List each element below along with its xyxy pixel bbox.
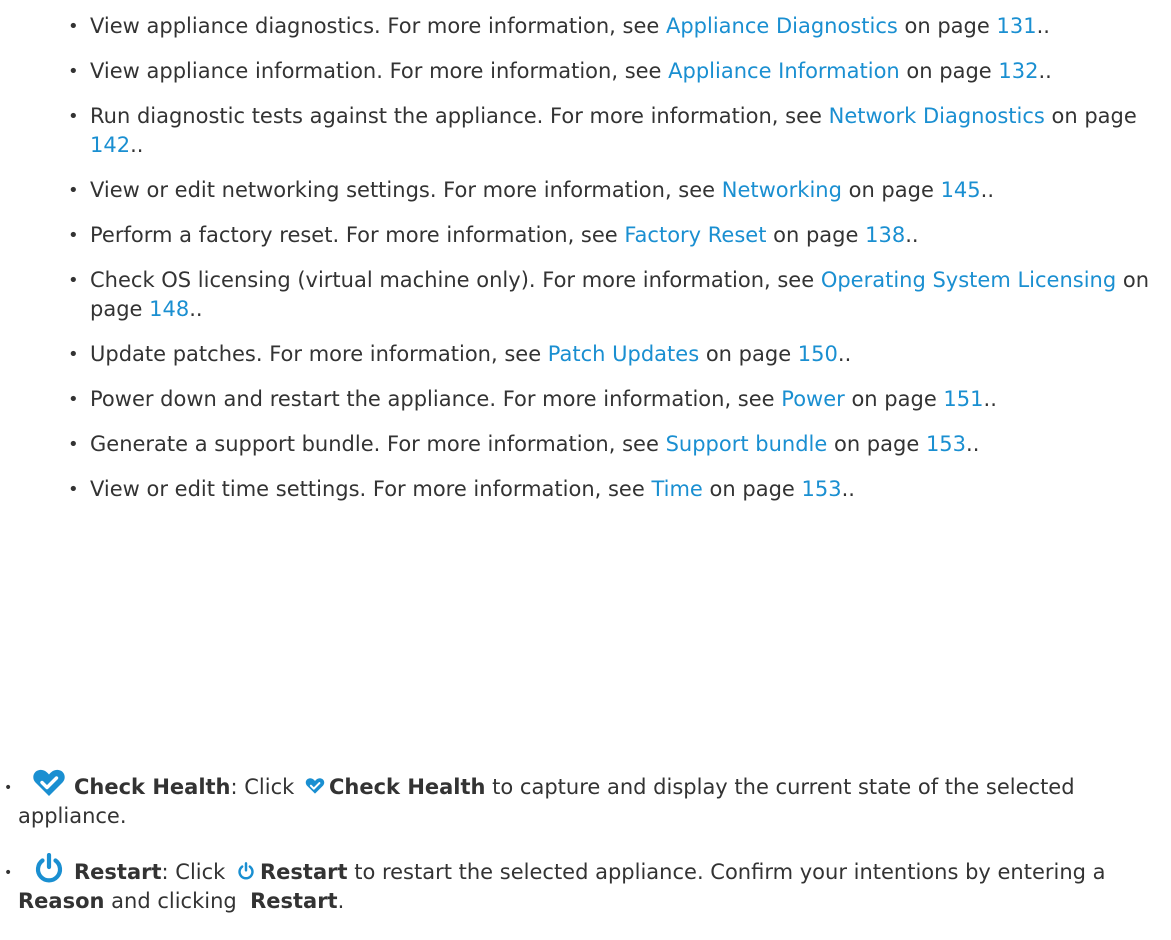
list-item: View appliance information. For more inf…	[68, 57, 1150, 86]
item-text: ..	[189, 297, 203, 321]
item-text: on page	[899, 59, 999, 83]
item-text: ..	[1038, 59, 1052, 83]
power-icon	[32, 852, 66, 883]
item-text: and clicking	[104, 889, 251, 913]
item-text: ..	[966, 432, 980, 456]
item-text: on page	[827, 432, 926, 456]
page-link-138[interactable]: 138	[865, 223, 905, 247]
item-text: on page	[897, 14, 997, 38]
bullet: •	[4, 780, 13, 796]
restart-button-label: Restart	[260, 860, 348, 884]
restart-confirm-label: Restart	[250, 889, 338, 913]
link-operating-system-licensing[interactable]: Operating System Licensing	[821, 268, 1116, 292]
item-text: to restart the selected appliance. Confi…	[347, 860, 1106, 884]
item-text: ..	[1036, 14, 1050, 38]
restart-item: • Restart: Click Restart to restart the …	[0, 852, 1171, 916]
item-text: .	[337, 889, 345, 913]
list-item: Power down and restart the appliance. Fo…	[68, 385, 1150, 414]
item-text: Run diagnostic tests against the applian…	[90, 104, 829, 128]
page-link-153[interactable]: 153	[802, 477, 842, 501]
list-item: View or edit time settings. For more inf…	[68, 475, 1150, 504]
item-text: Perform a factory reset. For more inform…	[90, 223, 625, 247]
item-text: on page	[699, 342, 798, 366]
item-text: ..	[980, 178, 995, 202]
item-text: Check OS licensing (virtual machine only…	[90, 268, 821, 292]
item-text: Generate a support bundle. For more info…	[90, 432, 666, 456]
list-item: View appliance diagnostics. For more inf…	[68, 12, 1150, 41]
list-item: Generate a support bundle. For more info…	[68, 430, 1150, 459]
check-health-label: Check Health	[74, 775, 231, 799]
list-item: View or edit networking settings. For mo…	[68, 176, 1150, 205]
link-factory-reset[interactable]: Factory Reset	[624, 223, 766, 247]
item-text: on page	[841, 178, 941, 202]
link-support-bundle[interactable]: Support bundle	[666, 432, 828, 456]
page-link-150[interactable]: 150	[798, 342, 838, 366]
item-text: Update patches. For more information, se…	[90, 342, 548, 366]
item-text: ..	[837, 342, 852, 366]
item-text: ..	[130, 133, 144, 157]
restart-label: Restart	[74, 860, 162, 884]
item-text: View or edit networking settings. For mo…	[90, 178, 722, 202]
link-appliance-information[interactable]: Appliance Information	[668, 59, 900, 83]
toolbar-actions-list: • Check Health: Click Check Health to ca…	[0, 768, 1171, 938]
item-text: ..	[905, 223, 919, 247]
page-link-148[interactable]: 148	[149, 297, 189, 321]
item-text: on page	[1044, 104, 1137, 128]
page-link-145[interactable]: 145	[941, 178, 981, 202]
page-link-132[interactable]: 132	[998, 59, 1038, 83]
check-health-button-label: Check Health	[328, 775, 486, 799]
link-network-diagnostics[interactable]: Network Diagnostics	[829, 104, 1045, 128]
appliance-actions-list: View appliance diagnostics. For more inf…	[68, 12, 1150, 520]
heart-icon	[305, 775, 325, 795]
page-link-142[interactable]: 142	[90, 133, 130, 157]
item-text: ..	[841, 477, 855, 501]
list-item: Run diagnostic tests against the applian…	[68, 102, 1150, 160]
item-text: View or edit time settings. For more inf…	[90, 477, 652, 501]
link-time[interactable]: Time	[651, 477, 702, 501]
link-power[interactable]: Power	[781, 387, 845, 411]
list-item: Update patches. For more information, se…	[68, 340, 1150, 369]
item-text: : Click	[161, 860, 232, 884]
document-page: View appliance diagnostics. For more inf…	[0, 0, 1171, 940]
item-text: View appliance diagnostics. For more inf…	[90, 14, 666, 38]
item-text: on page	[766, 223, 866, 247]
reason-label: Reason	[18, 889, 105, 913]
link-appliance-diagnostics[interactable]: Appliance Diagnostics	[666, 14, 898, 38]
item-text: Power down and restart the appliance. Fo…	[90, 387, 782, 411]
bullet: •	[4, 865, 13, 881]
item-text: : Click	[230, 775, 301, 799]
item-text: ..	[983, 387, 997, 411]
page-link-131[interactable]: 131	[996, 14, 1036, 38]
link-patch-updates[interactable]: Patch Updates	[548, 342, 699, 366]
power-icon	[236, 860, 256, 880]
page-link-151[interactable]: 151	[943, 387, 983, 411]
item-text: View appliance information. For more inf…	[90, 59, 669, 83]
link-networking[interactable]: Networking	[722, 178, 842, 202]
list-item: Perform a factory reset. For more inform…	[68, 221, 1150, 250]
check-health-item: • Check Health: Click Check Health to ca…	[0, 768, 1171, 831]
item-text: on page	[844, 387, 944, 411]
item-text: on page	[702, 477, 802, 501]
heart-icon	[32, 768, 66, 798]
list-item: Check OS licensing (virtual machine only…	[68, 266, 1150, 324]
page-link-153[interactable]: 153	[926, 432, 966, 456]
